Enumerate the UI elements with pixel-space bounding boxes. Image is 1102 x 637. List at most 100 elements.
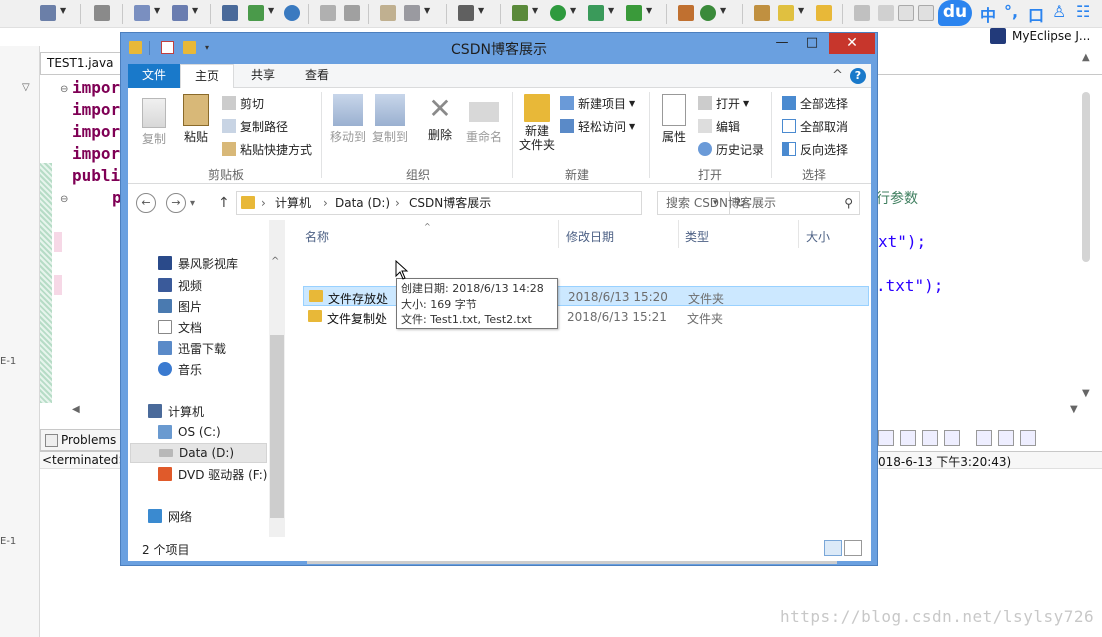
- package-icon[interactable]: [678, 5, 694, 21]
- tab-view[interactable]: 查看: [292, 64, 342, 88]
- collapse-ribbon-icon[interactable]: ^: [832, 68, 843, 83]
- column-type[interactable]: 类型: [685, 228, 709, 245]
- nav-item-network[interactable]: 网络: [148, 506, 192, 526]
- remove-launch-icon[interactable]: [944, 430, 960, 446]
- ime-chinese-mode[interactable]: 中: [980, 2, 996, 26]
- column-name[interactable]: 名称: [305, 228, 329, 245]
- breadcrumb-computer[interactable]: 计算机: [275, 192, 311, 214]
- nav-item-dvd[interactable]: DVD 驱动器 (F:): [158, 464, 268, 484]
- history-button[interactable]: 历史记录: [698, 140, 764, 158]
- db-icon[interactable]: [404, 5, 420, 21]
- column-date[interactable]: 修改日期: [566, 228, 614, 245]
- server-icon[interactable]: [222, 5, 238, 21]
- new-item-button[interactable]: 新建项目 ▼: [560, 94, 635, 112]
- chevron-down-icon[interactable]: ▼: [424, 6, 430, 15]
- column-size[interactable]: 大小: [806, 228, 830, 245]
- properties-button[interactable]: 属性: [654, 94, 694, 145]
- minimize-icon[interactable]: —: [767, 33, 797, 55]
- pencil-icon[interactable]: [778, 5, 794, 21]
- breadcrumb-separator[interactable]: ›: [323, 192, 328, 214]
- scroll-left-icon[interactable]: ◀: [72, 404, 80, 415]
- camera-icon[interactable]: [458, 5, 474, 21]
- help-icon[interactable]: ?: [850, 68, 866, 84]
- paste-shortcut-button[interactable]: 粘贴快捷方式: [222, 140, 312, 158]
- column-divider[interactable]: [798, 220, 799, 248]
- maximize-icon[interactable]: □: [797, 33, 827, 55]
- chevron-down-icon[interactable]: ▼: [192, 6, 198, 15]
- file-row[interactable]: 文件复制处 2018/6/13 15:21 文件夹: [303, 307, 869, 327]
- tab-home[interactable]: 主页: [180, 64, 234, 89]
- open-type-icon[interactable]: [754, 5, 770, 21]
- back-icon[interactable]: ←: [136, 193, 156, 213]
- breadcrumb-separator[interactable]: ›: [261, 192, 266, 214]
- chevron-down-icon[interactable]: ▼: [268, 6, 274, 15]
- debug-icon[interactable]: [512, 5, 528, 21]
- chevron-down-icon[interactable]: ▾: [190, 198, 195, 209]
- ime-toolbar[interactable]: du 中 °, 口 ♙ ☷: [938, 0, 1100, 26]
- chevron-down-icon[interactable]: ▼: [478, 6, 484, 15]
- nav-item-computer[interactable]: 计算机: [148, 401, 204, 421]
- perspective-button[interactable]: MyEclipse J...: [990, 26, 1090, 46]
- nav-item-documents[interactable]: 文档: [158, 317, 202, 337]
- chevron-down-icon[interactable]: ▼: [570, 6, 576, 15]
- chevron-down-icon[interactable]: ▼: [646, 6, 652, 15]
- delete-button[interactable]: ✕ 删除: [422, 94, 458, 143]
- nav-item-videos[interactable]: 视频: [158, 275, 202, 295]
- close-icon[interactable]: ✕: [829, 33, 875, 54]
- pin-console-icon[interactable]: [878, 430, 894, 446]
- breadcrumb-separator[interactable]: ›: [395, 192, 400, 214]
- copy-button[interactable]: 复制: [136, 98, 172, 147]
- rename-button[interactable]: 重命名: [464, 94, 504, 145]
- external-tools-icon[interactable]: [626, 5, 642, 21]
- paste-button[interactable]: 粘贴: [178, 94, 214, 145]
- view-toggle[interactable]: [824, 540, 868, 558]
- select-all-button[interactable]: 全部选择: [782, 94, 848, 112]
- wand-icon[interactable]: [134, 5, 150, 21]
- problems-tab[interactable]: Problems: [40, 429, 122, 451]
- nav-item-data-d[interactable]: Data (D:): [130, 443, 267, 463]
- class-icon[interactable]: [700, 5, 716, 21]
- grid-icon[interactable]: [918, 5, 934, 21]
- chevron-down-icon[interactable]: ▼: [798, 6, 804, 15]
- deploy-icon[interactable]: [248, 5, 264, 21]
- brush-icon[interactable]: [878, 5, 894, 21]
- move-to-button[interactable]: 移动到: [328, 94, 368, 145]
- print-icon[interactable]: [94, 5, 110, 21]
- display-console-icon[interactable]: [998, 430, 1014, 446]
- scroll-up-icon[interactable]: ▲: [1082, 52, 1090, 63]
- clear-console-icon[interactable]: [922, 430, 938, 446]
- column-divider[interactable]: [558, 220, 559, 248]
- lock-icon[interactable]: [900, 430, 916, 446]
- image-icon[interactable]: [380, 5, 396, 21]
- nav-item-thunder[interactable]: 迅雷下载: [158, 338, 226, 358]
- new-console-icon[interactable]: [976, 430, 992, 446]
- breadcrumb-data-drive[interactable]: Data (D:): [335, 192, 390, 214]
- scroll-up-icon[interactable]: ^: [271, 256, 279, 267]
- edit-button[interactable]: 编辑: [698, 117, 740, 135]
- address-bar[interactable]: › 计算机 › Data (D:) › CSDN博客展示 ▾ ↻: [236, 191, 746, 215]
- ime-punct-mode[interactable]: °,: [1004, 2, 1018, 21]
- forward-icon[interactable]: →: [166, 193, 186, 213]
- link-icon[interactable]: [344, 5, 360, 21]
- column-divider[interactable]: [678, 220, 679, 248]
- invert-selection-button[interactable]: 反向选择: [782, 140, 848, 158]
- nav-item-os-c[interactable]: OS (C:): [158, 422, 221, 442]
- editor-scrollbar[interactable]: [1078, 80, 1094, 420]
- nav-pane-scrollbar[interactable]: ^ v: [269, 220, 285, 561]
- collapse-icon[interactable]: ⊖: [60, 84, 68, 95]
- globe-icon[interactable]: [284, 5, 300, 21]
- ime-menu[interactable]: ☷: [1076, 2, 1090, 21]
- scroll-down-icon[interactable]: ▼: [1082, 388, 1090, 399]
- pin-icon[interactable]: [854, 5, 870, 21]
- scroll-down-icon[interactable]: ▼: [1070, 404, 1078, 415]
- title-bar[interactable]: ▾ CSDN博客展示 — □ ✕: [121, 33, 877, 63]
- chevron-down-icon[interactable]: ▼: [608, 6, 614, 15]
- chevron-down-icon[interactable]: ▼: [154, 6, 160, 15]
- easy-access-button[interactable]: 轻松访问 ▼: [560, 117, 635, 135]
- chevron-down-icon[interactable]: ▼: [720, 6, 726, 15]
- large-icons-view-icon[interactable]: [844, 540, 862, 556]
- new-folder-button[interactable]: 新建 文件夹: [516, 94, 558, 152]
- nav-item-baofeng[interactable]: 暴风影视库: [158, 253, 238, 273]
- ime-keyboard[interactable]: 口: [1028, 2, 1044, 26]
- editor-tab[interactable]: TEST1.java: [40, 52, 122, 74]
